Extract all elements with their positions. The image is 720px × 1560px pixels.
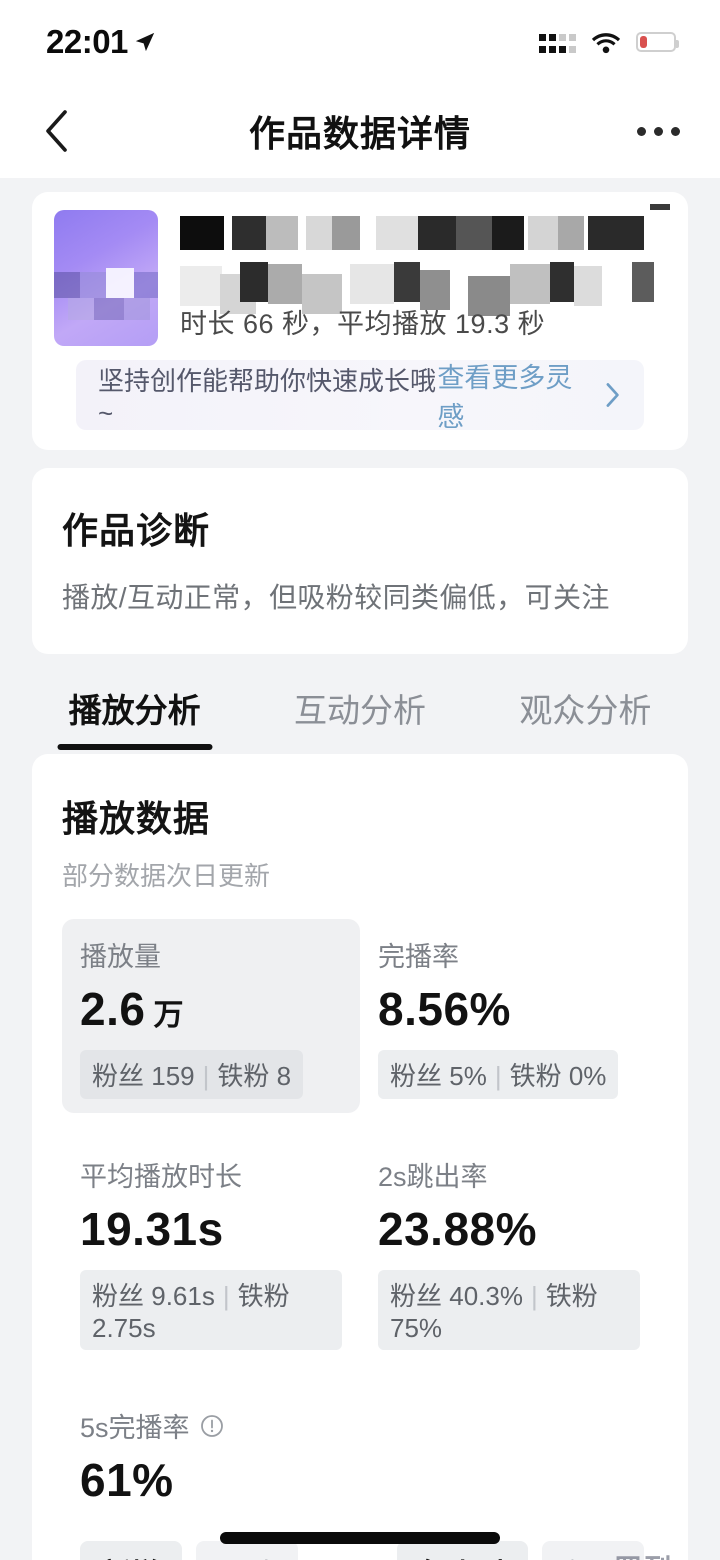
view-more-inspiration-link[interactable]: 查看更多灵感 bbox=[437, 356, 620, 434]
cellular-signal-icon bbox=[539, 32, 576, 53]
metric-label-text: 5s完播率 bbox=[80, 1413, 190, 1443]
analysis-tabs: 播放分析 互动分析 观众分析 bbox=[0, 654, 720, 750]
chip-fans-label: 粉丝 bbox=[92, 1061, 145, 1091]
chip-fans-value: 159 bbox=[151, 1061, 195, 1091]
chip-super-value: 0% bbox=[568, 1061, 607, 1091]
more-button[interactable] bbox=[637, 126, 680, 136]
chip-super-value: 2.75s bbox=[92, 1313, 156, 1343]
metric-breakdown-chip: 粉丝 40.3% | 铁粉 75% bbox=[378, 1270, 640, 1350]
video-meta: 时长 66 秒，平均播放 19.3 秒 bbox=[180, 309, 546, 339]
diagnosis-description: 播放/互动正常，但吸粉较同类偏低，可关注 bbox=[62, 582, 610, 613]
phone-screen: 22:01 作品数据详情 时长 66 秒，平均播放 19.3 秒 坚持创作能帮助… bbox=[0, 0, 720, 1560]
play-data-title: 播放数据 bbox=[62, 798, 211, 839]
diagnosis-card: 作品诊断 播放/互动正常，但吸粉较同类偏低，可关注 bbox=[32, 468, 688, 654]
home-indicator[interactable] bbox=[220, 1532, 500, 1544]
more-dot bbox=[671, 126, 680, 136]
video-title-redacted bbox=[180, 204, 670, 250]
video-info: 时长 66 秒，平均播放 19.3 秒 bbox=[180, 204, 670, 346]
metric-number: 8.56% bbox=[378, 983, 511, 1035]
chip-fans-value: 5% bbox=[449, 1061, 487, 1091]
chip-super-value: 8 bbox=[276, 1061, 292, 1091]
metric-row: 播放量 2.6 万 粉丝 159 | 铁粉 8 完播率 8.56% 粉丝 5% … bbox=[62, 919, 658, 1113]
chip-fans-value: 40.3% bbox=[449, 1281, 523, 1311]
metric-2s-bounce-rate[interactable]: 2s跳出率 23.88% 粉丝 40.3% | 铁粉 75% bbox=[360, 1139, 658, 1364]
metric-value: 61% bbox=[80, 1454, 174, 1506]
tip-text: 坚持创作能帮助你快速成长哦~ bbox=[98, 366, 437, 428]
chip-super-label: 铁粉 bbox=[237, 1281, 290, 1311]
metric-row: 平均播放时长 19.31s 粉丝 9.61s | 铁粉 2.75s 2s跳出率 23… bbox=[62, 1139, 658, 1364]
metric-breakdown-chip: 粉丝 5% | 铁粉 0% bbox=[378, 1050, 619, 1099]
chip-super-label: 铁粉 bbox=[509, 1061, 562, 1091]
play-data-subtitle: 部分数据次日更新 bbox=[62, 861, 271, 891]
chip-super-label: 铁粉 bbox=[217, 1061, 270, 1091]
play-data-card: 播放数据 部分数据次日更新 播放量 2.6 万 粉丝 159 | 铁粉 8 完播率 bbox=[32, 754, 688, 1560]
metric-play-count[interactable]: 播放量 2.6 万 粉丝 159 | 铁粉 8 bbox=[62, 919, 360, 1113]
inspiration-tip-bar[interactable]: 坚持创作能帮助你快速成长哦~ 查看更多灵感 bbox=[76, 360, 644, 432]
info-circle-icon[interactable] bbox=[200, 1414, 224, 1438]
metric-value: 23.88% bbox=[378, 1202, 640, 1256]
video-row: 时长 66 秒，平均播放 19.3 秒 bbox=[54, 204, 670, 346]
tab-label: 互动分析 bbox=[293, 692, 426, 729]
video-subtitle-redacted bbox=[180, 260, 666, 316]
status-bar-right bbox=[539, 31, 679, 54]
metric-unit: 万 bbox=[153, 999, 184, 1032]
metric-completion-rate[interactable]: 完播率 8.56% 粉丝 5% | 铁粉 0% bbox=[360, 919, 658, 1113]
chip-fans-label: 粉丝 bbox=[92, 1281, 145, 1311]
chip-fans-value: 9.61s bbox=[151, 1281, 215, 1311]
chip-fans-label: 粉丝 bbox=[390, 1061, 443, 1091]
metric-label: 播放量 bbox=[80, 942, 161, 972]
metric-breakdown-chip: 粉丝 159 | 铁粉 8 bbox=[80, 1050, 304, 1099]
chevron-right-icon bbox=[606, 383, 619, 407]
metric-5s-completion-rate[interactable]: 5s完播率 61% bbox=[62, 1390, 360, 1507]
metric-value: 19.31s bbox=[80, 1202, 342, 1256]
video-thumbnail[interactable] bbox=[54, 210, 158, 346]
metric-label: 平均播放时长 bbox=[80, 1162, 242, 1192]
metric-breakdown-chip: 粉丝 9.61s | 铁粉 2.75s bbox=[80, 1270, 342, 1350]
nav-bar: 作品数据详情 bbox=[0, 84, 720, 178]
metric-number: 19.31s bbox=[80, 1203, 224, 1255]
status-bar: 22:01 bbox=[0, 0, 720, 84]
metrics-grid: 播放量 2.6 万 粉丝 159 | 铁粉 8 完播率 8.56% 粉丝 5% … bbox=[62, 919, 658, 1507]
diagnosis-title: 作品诊断 bbox=[62, 510, 211, 551]
chip-super-value: 75% bbox=[390, 1313, 443, 1343]
metric-number: 23.88% bbox=[378, 1203, 538, 1255]
metric-label: 2s跳出率 bbox=[378, 1162, 488, 1192]
tab-label: 观众分析 bbox=[519, 692, 652, 729]
chip-fans-label: 粉丝 bbox=[390, 1281, 443, 1311]
chip-super-label: 铁粉 bbox=[545, 1281, 598, 1311]
metric-row: 5s完播率 61% bbox=[62, 1390, 658, 1507]
page-title: 作品数据详情 bbox=[248, 113, 471, 154]
more-dot bbox=[637, 126, 646, 136]
battery-low-icon bbox=[636, 32, 679, 52]
video-summary-card[interactable]: 时长 66 秒，平均播放 19.3 秒 坚持创作能帮助你快速成长哦~ 查看更多灵… bbox=[32, 192, 688, 450]
tab-play-analysis[interactable]: 播放分析 bbox=[22, 684, 247, 750]
tip-link-label: 查看更多灵感 bbox=[437, 363, 573, 432]
metric-label: 完播率 bbox=[378, 942, 459, 972]
tab-label: 播放分析 bbox=[68, 692, 201, 729]
metric-number: 2.6 bbox=[80, 983, 146, 1035]
bird-mascot-icon bbox=[564, 1553, 604, 1560]
status-bar-left: 22:01 bbox=[46, 23, 156, 61]
wifi-icon bbox=[591, 32, 621, 53]
metric-avg-play-duration[interactable]: 平均播放时长 19.31s 粉丝 9.61s | 铁粉 2.75s bbox=[62, 1139, 360, 1364]
tab-interaction-analysis[interactable]: 互动分析 bbox=[247, 684, 472, 750]
metric-label: 5s完播率 bbox=[80, 1406, 342, 1445]
tab-audience-analysis[interactable]: 观众分析 bbox=[473, 684, 698, 750]
metric-value: 8.56% bbox=[378, 982, 640, 1036]
location-arrow-icon bbox=[135, 32, 155, 52]
watermark: 罗烈 bbox=[564, 1548, 674, 1560]
watermark-text: 罗烈 bbox=[614, 1548, 674, 1560]
more-dot bbox=[654, 126, 663, 136]
metric-value: 2.6 万 bbox=[80, 982, 342, 1036]
status-time: 22:01 bbox=[46, 23, 128, 60]
chip-new[interactable]: 新增 bbox=[80, 1541, 183, 1560]
